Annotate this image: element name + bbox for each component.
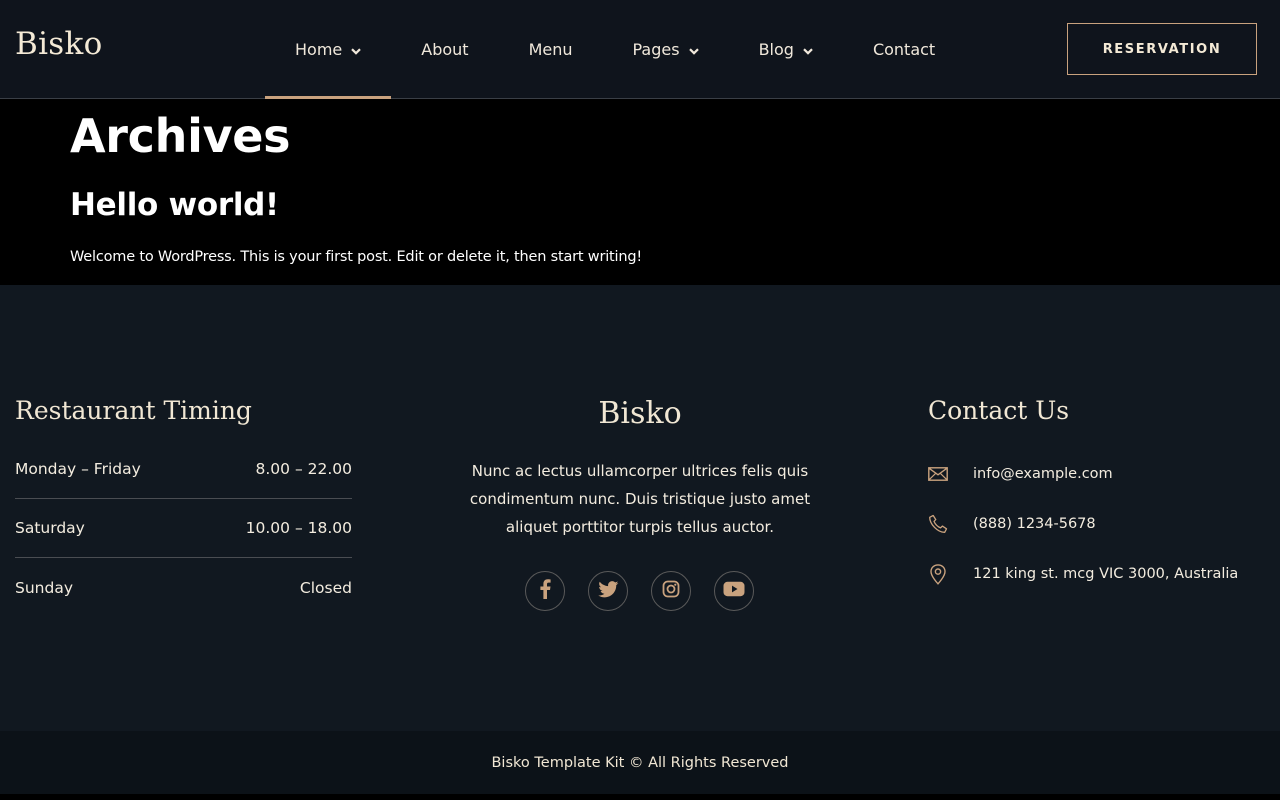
twitter-icon [597,580,619,602]
post-title-link[interactable]: Hello world! [70,187,279,223]
site-footer: Restaurant Timing Monday – Friday 8.00 –… [0,285,1280,731]
nav-item-blog[interactable]: Blog [729,0,843,98]
envelope-icon [928,463,948,485]
page-title: Archives [70,109,291,163]
nav-item-label: About [421,39,469,59]
timing-hours: 8.00 – 22.00 [255,460,353,478]
facebook-icon [539,579,551,603]
instagram-icon [662,580,680,602]
footer-brand-title: Bisko [598,396,682,431]
copyright-bar: Bisko Template Kit © All Rights Reserved [0,731,1280,794]
chevron-down-icon [351,40,362,59]
nav-item-label: Contact [872,39,936,59]
copyright-text: Bisko Template Kit © All Rights Reserved [491,754,789,771]
footer-brand-description: Nunc ac lectus ullamcorper ultrices feli… [469,462,811,536]
timing-day: Saturday [15,519,85,537]
nav-item-pages[interactable]: Pages [603,0,729,98]
reservation-button[interactable]: RESERVATION [1067,23,1257,75]
map-pin-icon [928,563,948,585]
youtube-icon [723,581,745,601]
nav-item-label: Home [295,39,343,59]
contact-title: Contact Us [928,396,1070,425]
timing-hours: 10.00 – 18.00 [245,519,352,537]
twitter-link[interactable] [588,571,628,611]
post-excerpt: Welcome to WordPress. This is your first… [70,249,642,265]
contact-address-text: 121 king st. mcg VIC 3000, Australia [973,566,1239,582]
chevron-down-icon [688,40,699,59]
timing-row: Saturday 10.00 – 18.00 [15,499,352,558]
nav-item-label: Menu [528,39,573,59]
contact-address: 121 king st. mcg VIC 3000, Australia [928,563,1238,585]
timing-day: Sunday [15,578,73,597]
main-nav: Home About Menu Pages Blog Contact [265,0,965,99]
nav-item-home[interactable]: Home [265,0,392,99]
nav-item-about[interactable]: About [391,0,498,98]
chevron-down-icon [803,40,813,59]
site-logo[interactable]: Bisko [15,26,103,62]
nav-item-menu[interactable]: Menu [499,0,603,98]
phone-icon [928,513,948,535]
nav-item-label: Blog [758,39,794,59]
timing-row: Sunday Closed [15,558,352,617]
contact-phone: (888) 1234-5678 [928,513,1096,535]
instagram-link[interactable] [651,571,691,611]
contact-phone-text[interactable]: (888) 1234-5678 [973,516,1096,532]
social-links [525,571,754,611]
contact-email-text[interactable]: info@example.com [973,466,1113,482]
nav-item-label: Pages [632,39,680,59]
site-header: Bisko Home About Menu Pages Blog Contact… [0,0,1280,99]
timing-row: Monday – Friday 8.00 – 22.00 [15,440,352,499]
nav-item-contact[interactable]: Contact [843,0,965,98]
contact-email: info@example.com [928,463,1113,485]
timing-day: Monday – Friday [15,460,141,478]
youtube-link[interactable] [714,571,754,611]
bottom-edge [0,794,1280,800]
facebook-link[interactable] [525,571,565,611]
main-content: Archives Hello world! Welcome to WordPre… [0,99,1280,285]
timing-hours: Closed [299,578,352,597]
